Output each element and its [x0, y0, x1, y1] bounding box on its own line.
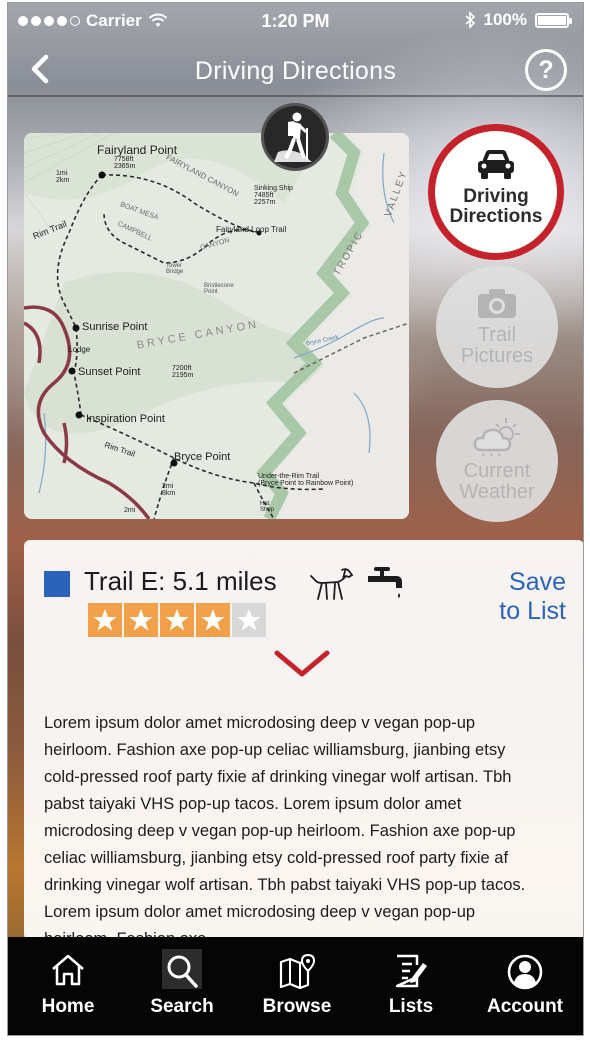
- trail-color-swatch: [44, 571, 70, 597]
- trail-name: Trail E: 5.1 miles: [84, 566, 277, 596]
- tab-browse[interactable]: Browse: [238, 937, 356, 1035]
- save-to-list-link[interactable]: Save to List: [499, 568, 566, 626]
- tab-browse-label: Browse: [262, 996, 332, 1017]
- current-weather-label-2: Weather: [459, 481, 535, 503]
- driving-directions-label-1: Driving: [463, 186, 529, 207]
- water-tap-icon: [368, 567, 402, 598]
- trail-description: Lorem ipsum dolor amet microdosing deep …: [44, 714, 526, 940]
- map-label-distance-2mi: 2mi 3km: [162, 483, 176, 497]
- list-edit-icon: [395, 954, 427, 988]
- navigation-bar: Driving Directions ?: [8, 43, 583, 97]
- map-label-inspiration-point: Inspiration Point: [86, 413, 165, 425]
- status-bar: Carrier 1:20 PM 100%: [8, 3, 583, 39]
- chevron-down-icon[interactable]: [274, 648, 330, 680]
- star-filled: [160, 603, 194, 637]
- help-button[interactable]: ?: [525, 49, 567, 91]
- map-label-tower-bridge: Tower Bridge: [166, 263, 184, 275]
- current-weather-button[interactable]: Current Weather: [436, 400, 558, 522]
- app-screen: Carrier 1:20 PM 100% Driving Directions …: [7, 2, 584, 1036]
- bluetooth-icon: [464, 11, 475, 29]
- star-filled: [124, 603, 158, 637]
- battery-percent: 100%: [483, 10, 527, 29]
- star-filled: [196, 603, 230, 637]
- camera-icon: [478, 289, 516, 318]
- tab-lists[interactable]: Lists: [356, 937, 466, 1035]
- map-label-bryce-point: Bryce Point: [174, 451, 231, 463]
- map-label-sunrise-point: Sunrise Point: [82, 321, 148, 333]
- map-label-lodge: Lodge: [68, 345, 91, 354]
- star-rating: [88, 603, 266, 637]
- tab-home-label: Home: [41, 996, 95, 1017]
- save-label-line1: Save: [509, 568, 566, 596]
- trail-pictures-label-2: Pictures: [460, 345, 534, 367]
- dog-icon: [310, 568, 354, 600]
- map-label-hat-shop: Hat Shop: [260, 501, 275, 513]
- tab-account[interactable]: Account: [466, 937, 583, 1035]
- car-icon: [478, 150, 514, 179]
- map-label-sunset-point: Sunset Point: [78, 366, 141, 378]
- map-label-fairyland-loop: Fairyland Loop Trail: [216, 225, 287, 234]
- hiker-icon: [274, 112, 312, 162]
- map-label-fairyland-elevation: 7758ft 2365m: [114, 156, 136, 170]
- map-label-elevation-7200: 7200ft 2195m: [172, 365, 194, 379]
- driving-directions-label-2: Directions: [449, 206, 543, 227]
- trail-pictures-label-1: Trail: [477, 324, 517, 346]
- hiking-badge: [261, 103, 329, 171]
- star-filled: [88, 603, 122, 637]
- map-label-bristlecone: Bristlecone Point: [204, 283, 234, 295]
- map-label-sinking-ship: Sinking Ship 7485ft 2257m: [254, 185, 293, 206]
- trail-map[interactable]: Fairyland Point 7758ft 2365m 1mi 2km FAI…: [24, 133, 409, 519]
- tab-bar: Home Search Browse Lists Account: [8, 937, 583, 1035]
- cloud-sun-icon: [473, 418, 520, 457]
- battery-icon: [535, 12, 572, 28]
- tab-home[interactable]: Home: [8, 937, 128, 1035]
- map-label-under-the-rim: Under-the-Rim Trail (Bryce Point to Rain…: [258, 473, 354, 487]
- tab-lists-label: Lists: [388, 996, 434, 1017]
- tab-account-label: Account: [487, 996, 563, 1017]
- tab-search-label: Search: [150, 996, 214, 1017]
- map-label-fairyland-point: Fairyland Point: [97, 143, 178, 157]
- save-label-line2: to List: [499, 597, 566, 625]
- map-label-distance-2mi-b: 2mi: [124, 507, 136, 514]
- account-icon: [507, 954, 543, 990]
- map-label-distance-1mi: 1mi 2km: [56, 170, 70, 184]
- page-title: Driving Directions: [194, 57, 397, 85]
- map-icon: [279, 953, 316, 989]
- trail-info-card: Trail E: 5.1 miles Save to List Lorem ip…: [24, 540, 583, 940]
- trail-pictures-button[interactable]: Trail Pictures: [436, 266, 558, 388]
- current-weather-label-1: Current: [463, 460, 531, 482]
- star-empty: [232, 603, 266, 637]
- home-icon: [52, 954, 84, 986]
- search-icon: [167, 955, 198, 988]
- driving-directions-button[interactable]: Driving Directions: [428, 124, 564, 260]
- tab-search[interactable]: Search: [124, 937, 240, 1035]
